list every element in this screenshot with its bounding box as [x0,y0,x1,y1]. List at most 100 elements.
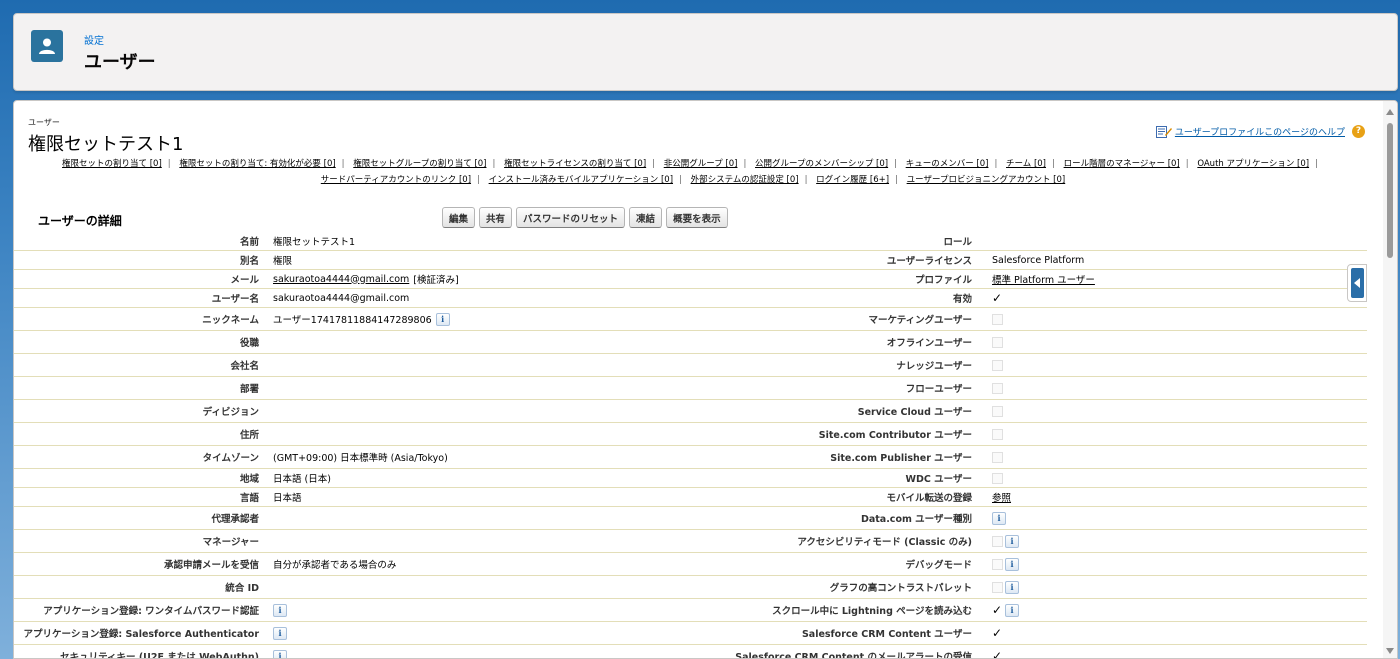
checkbox [992,359,1003,371]
info-icon[interactable]: i [273,649,287,658]
field-label: プロファイル [914,275,972,286]
info-icon[interactable]: i [273,603,287,617]
checkbox [992,382,1003,394]
related-link[interactable]: OAuth アプリケーション [0] [1197,159,1309,169]
share-button[interactable]: 共有 [479,207,513,228]
detail-button-row: 編集 共有 パスワードのリセット 凍結 概要を表示 [442,207,728,228]
section-title: ユーザーの詳細 [38,214,122,228]
field-label: アプリケーション登録: Salesforce Authenticator [23,629,259,640]
field-label: WDC ユーザー [905,474,972,485]
related-link[interactable]: 権限セットの割り当て [0] [62,159,162,169]
table-row: アプリケーション登録: Salesforce Authenticator i S… [14,622,1367,645]
field-value: 日本語 (日本) [273,474,331,485]
table-row: タイムゾーン (GMT+09:00) 日本標準時 (Asia/Tokyo) Si… [14,446,1367,469]
profile-link[interactable]: 標準 Platform ユーザー [992,272,1095,286]
field-value [986,336,1367,348]
table-row: 言語 日本語 モバイル転送の登録 参照 [14,488,1367,507]
field-label: アクセシビリティモード (Classic のみ) [797,537,972,548]
freeze-button[interactable]: 凍結 [629,207,663,228]
related-link[interactable]: 外部システムの認証設定 [0] [691,175,799,185]
related-link[interactable]: 権限セットの割り当て: 有効化が必要 [0] [179,159,335,169]
field-value [986,382,1367,394]
field-label: オフラインユーザー [886,338,972,349]
field-value: i [986,580,1367,594]
checkbox [992,405,1003,417]
table-row: 名前 権限セットテスト1 ロール [14,232,1367,251]
info-icon[interactable]: i [273,626,287,640]
breadcrumb-setup[interactable]: 設定 [84,32,104,47]
view-summary-button[interactable]: 概要を表示 [666,207,728,228]
field-label: ロール [943,237,972,248]
nickname-text: ユーザー17417811884147289806 [273,315,432,326]
verified-label: [検証済み] [413,275,459,286]
related-link[interactable]: インストール済みモバイルアプリケーション [0] [489,175,673,185]
table-row: 地域 日本語 (日本) WDC ユーザー [14,469,1367,488]
field-label: Site.com Contributor ユーザー [818,430,972,441]
table-row: マネージャー アクセシビリティモード (Classic のみ) i [14,530,1367,553]
info-icon[interactable]: i [435,312,450,326]
related-link[interactable]: ログイン履歴 [6+] [816,175,889,185]
info-icon[interactable]: i [1005,580,1019,594]
field-value: i [267,649,724,658]
field-label: セキュリティキー (U2F または WebAuthn) [60,652,259,659]
page-title: 権限セットテスト1 [28,134,184,155]
help-question-icon[interactable]: ? [1352,125,1365,138]
help-link[interactable]: ユーザープロファイルこのページのヘルプ ? [1155,125,1365,138]
field-label: 名前 [239,237,259,248]
nickname-value: ユーザー17417811884147289806 i [267,312,724,326]
field-label: Data.com ユーザー種別 [860,514,972,525]
checkmark-icon: ✓ [992,649,1003,659]
field-label: ニックネーム [202,315,259,326]
info-icon[interactable]: i [1005,534,1019,548]
email-link[interactable]: sakuraotoa4444@gmail.com [273,274,409,285]
related-link[interactable]: 権限セットライセンスの割り当て [0] [504,159,646,169]
field-value: ✓ [986,649,1367,659]
field-value: (GMT+09:00) 日本標準時 (Asia/Tokyo) [273,453,448,464]
help-link-label[interactable]: ユーザープロファイルこのページのヘルプ [1175,125,1345,138]
scrollbar-thumb[interactable] [1387,123,1393,258]
checkmark-icon: ✓ [992,626,1003,640]
scroll-down-icon[interactable] [1386,648,1394,654]
table-row: 別名 権限 ユーザーライセンス Salesforce Platform [14,251,1367,270]
mobile-registration-link[interactable]: 参照 [992,490,1011,504]
field-value [986,428,1367,440]
field-label: 住所 [239,430,259,441]
vertical-scrollbar[interactable] [1383,101,1397,658]
field-label: Salesforce CRM Content のメールアラートの受信 [735,652,972,659]
edit-button[interactable]: 編集 [442,207,476,228]
field-label: ディビジョン [202,407,259,418]
scroll-up-icon[interactable] [1386,109,1394,115]
related-link[interactable]: チーム [0] [1006,159,1046,169]
field-label: 部署 [239,384,259,395]
field-value [986,359,1367,371]
checkbox [992,451,1003,463]
field-label: 承認申請メールを受信 [163,560,259,571]
checkbox [992,535,1003,547]
reset-password-button[interactable]: パスワードのリセット [516,207,626,228]
help-doc-icon [1155,125,1172,138]
field-value: Salesforce Platform [992,254,1085,266]
table-row: 役職 オフラインユーザー [14,331,1367,354]
related-link[interactable]: 公開グループのメンバーシップ [0] [755,159,888,169]
field-value [986,313,1367,325]
info-icon[interactable]: i [1005,557,1019,571]
page-type-label: ユーザー [28,118,60,127]
table-row: アプリケーション登録: ワンタイムパスワード認証 i スクロール中に Light… [14,599,1367,622]
related-link[interactable]: キューのメンバー [0] [906,159,989,169]
field-label: Site.com Publisher ユーザー [830,453,972,464]
field-label: Salesforce CRM Content ユーザー [801,629,972,640]
info-icon[interactable]: i [992,511,1006,525]
field-label: ユーザーライセンス [886,256,972,267]
related-link[interactable]: 非公開グループ [0] [664,159,738,169]
related-link[interactable]: ユーザープロビジョニングアカウント [0] [907,175,1066,185]
field-label: 代理承認者 [211,514,259,525]
setup-page-title: ユーザー [84,52,156,73]
email-value: sakuraotoa4444@gmail.com [検証済み] [267,272,724,287]
related-link[interactable]: サードパーティアカウントのリンク [0] [321,175,471,185]
field-label: マーケティングユーザー [868,315,972,326]
sidebar-toggle-button[interactable] [1347,264,1367,302]
related-link[interactable]: 権限セットグループの割り当て [0] [353,159,486,169]
chevron-left-icon [1351,268,1364,298]
related-link[interactable]: ロール階層のマネージャー [0] [1064,159,1180,169]
info-icon[interactable]: i [1005,603,1019,617]
